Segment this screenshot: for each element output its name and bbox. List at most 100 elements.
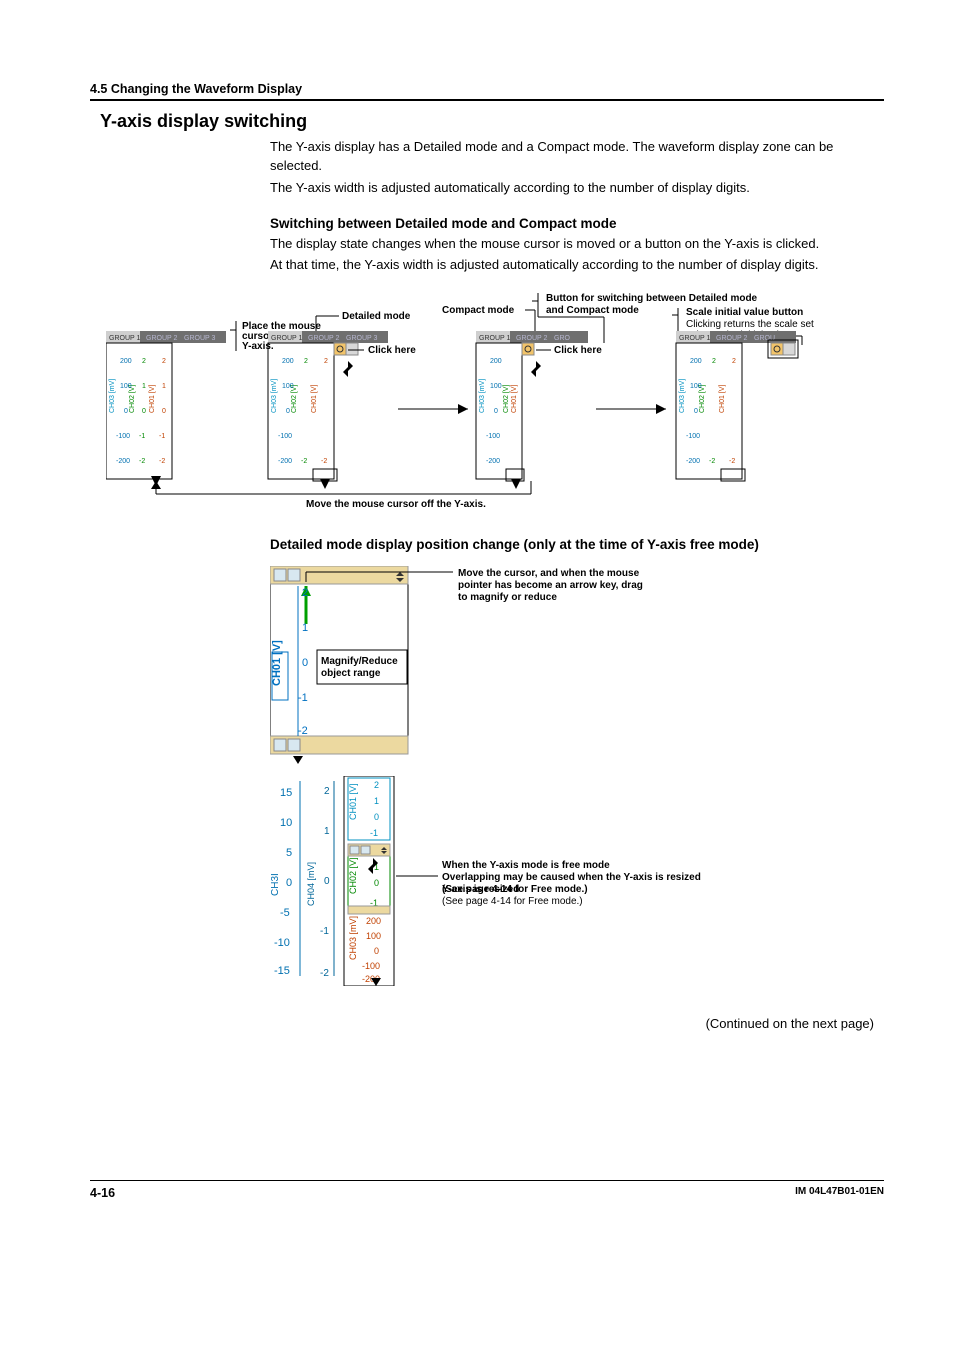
svg-text:0: 0 [324,876,330,887]
figure-switching-modes: Button for switching between Detailed mo… [106,289,884,519]
svg-text:-2: -2 [159,458,165,465]
svg-text:100: 100 [490,383,502,390]
svg-text:200: 200 [120,358,132,365]
subheading-detailed-mode-change: Detailed mode display position change (o… [270,537,874,552]
svg-text:200: 200 [490,358,502,365]
svg-text:200: 200 [690,358,702,365]
svg-text:1: 1 [302,622,308,634]
svg-text:-2: -2 [729,458,735,465]
subheading-switching: Switching between Detailed mode and Comp… [270,216,874,231]
svg-text:-15: -15 [274,965,290,977]
intro-p2: The Y-axis width is adjusted automatical… [270,179,874,198]
label-detailed-mode: Detailed mode [342,311,411,322]
svg-text:GROUP 2: GROUP 2 [308,335,339,342]
svg-text:1: 1 [324,826,330,837]
label-compact-mode: Compact mode [442,305,515,316]
svg-text:CH03 [mV]: CH03 [mV] [479,379,486,413]
svg-text:0: 0 [286,877,292,889]
svg-text:0: 0 [162,408,166,415]
svg-text:-2: -2 [320,968,329,979]
svg-text:-2: -2 [139,458,145,465]
svg-text:0: 0 [494,408,498,415]
svg-text:CH01 [V]: CH01 [V] [271,640,283,686]
panel-4: GROUP 1 GROUP 2 GROU CH03 [mV] CH02 [V] … [676,331,798,481]
svg-text:-2: -2 [298,725,308,737]
svg-text:GROU: GROU [754,335,775,342]
continued-note: (Continued on the next page) [90,1016,874,1031]
figure-free-mode: CH3I 15 10 5 0 -5 -10 -15 CH04 [mV] 2 1 … [270,776,884,986]
svg-text:-100: -100 [362,961,380,971]
svg-text:-100: -100 [686,433,700,440]
label-scale-initial: Scale initial value button [686,307,803,318]
svg-text:Y-axis is resized: Y-axis is resized [442,884,519,895]
svg-text:0: 0 [694,408,698,415]
svg-text:100: 100 [366,931,381,941]
svg-text:2: 2 [374,780,379,790]
svg-text:200: 200 [366,916,381,926]
svg-text:0: 0 [374,812,379,822]
svg-text:-1: -1 [159,433,165,440]
svg-text:CH01 [V]: CH01 [V] [311,385,318,413]
intro-p1: The Y-axis display has a Detailed mode a… [270,138,874,176]
svg-text:15: 15 [280,787,292,799]
svg-text:2: 2 [732,358,736,365]
svg-text:-1: -1 [320,926,329,937]
svg-text:1: 1 [162,383,166,390]
svg-text:GROUP 2: GROUP 2 [716,335,747,342]
svg-text:CH01 [V]: CH01 [V] [149,385,156,413]
svg-text:0: 0 [286,408,290,415]
svg-text:CH01 [V]: CH01 [V] [719,385,726,413]
svg-text:GROUP 2: GROUP 2 [146,335,177,342]
svg-text:0: 0 [142,408,146,415]
svg-text:5: 5 [286,847,292,859]
svg-text:(See page 4-14 for Free mode.): (See page 4-14 for Free mode.) [442,896,583,907]
svg-text:-200: -200 [686,458,700,465]
svg-text:CH3I: CH3I [270,873,281,896]
svg-text:GROUP 1: GROUP 1 [479,335,510,342]
svg-text:GROUP 1: GROUP 1 [679,335,710,342]
section-header: 4.5 Changing the Waveform Display [90,82,884,101]
svg-text:2: 2 [304,358,308,365]
svg-text:GROUP 1: GROUP 1 [109,335,140,342]
svg-text:CH01 [V]: CH01 [V] [348,784,358,821]
svg-text:100: 100 [690,383,702,390]
svg-text:GROUP 3: GROUP 3 [346,335,377,342]
label-click-here-2: Click here [554,345,602,356]
svg-text:-100: -100 [278,433,292,440]
svg-text:CH02 [V]: CH02 [V] [503,385,510,413]
svg-text:-1: -1 [298,692,308,704]
svg-text:-200: -200 [486,458,500,465]
svg-text:CH01 [V]: CH01 [V] [511,385,518,413]
svg-text:10: 10 [280,817,292,829]
svg-text:2: 2 [142,358,146,365]
page-number: 4-16 [90,1186,115,1200]
svg-text:2: 2 [324,786,330,797]
heading-yaxis-switching: Y-axis display switching [100,111,884,132]
label-click-here-1: Click here [368,345,416,356]
svg-text:2: 2 [712,358,716,365]
svg-text:0: 0 [124,408,128,415]
sub1-p2: At that time, the Y-axis width is adjust… [270,256,874,275]
svg-text:1: 1 [142,383,146,390]
svg-text:-200: -200 [116,458,130,465]
sub1-p1: The display state changes when the mouse… [270,235,874,254]
svg-text:100: 100 [282,383,294,390]
svg-text:0: 0 [302,657,308,669]
svg-text:CH03 [mV]: CH03 [mV] [109,379,116,413]
svg-text:1: 1 [374,796,379,806]
svg-text:CH03 [mV]: CH03 [mV] [679,379,686,413]
svg-text:CH02 [V]: CH02 [V] [348,858,358,895]
svg-text:CH03 [mV]: CH03 [mV] [271,379,278,413]
panel-1: GROUP 1 GROUP 2 GROUP 3 CH03 [mV] CH02 [… [106,331,226,491]
svg-text:-100: -100 [486,433,500,440]
svg-text:-2: -2 [709,458,715,465]
label-move-off: Move the mouse cursor off the Y-axis. [306,499,486,510]
svg-text:-2: -2 [301,458,307,465]
svg-text:GROUP 1: GROUP 1 [271,335,302,342]
svg-text:GRO: GRO [554,335,571,342]
label-move-cursor: Move the cursor, and when the mouse poin… [458,568,646,603]
svg-text:GROUP 3: GROUP 3 [184,335,215,342]
page-footer: 4-16 IM 04L47B01-01EN [90,1180,884,1200]
svg-text:-1: -1 [139,433,145,440]
svg-text:200: 200 [282,358,294,365]
